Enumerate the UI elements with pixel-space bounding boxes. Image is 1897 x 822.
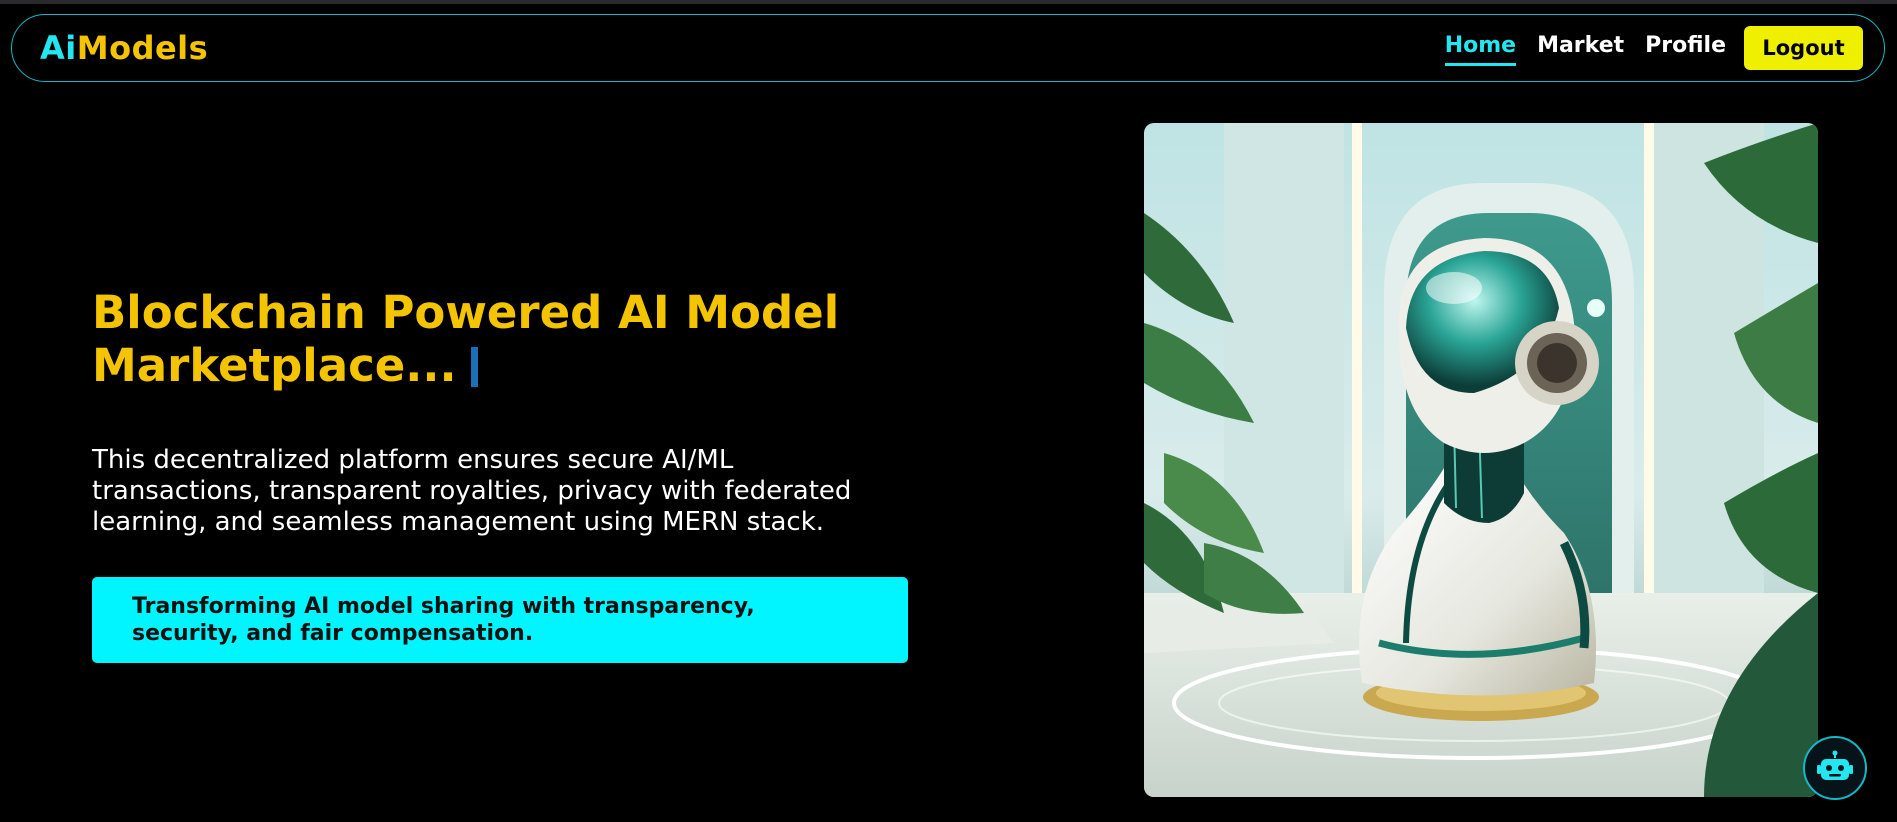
logo-suffix: Models xyxy=(76,29,209,67)
logo[interactable]: AiModels xyxy=(40,29,208,67)
hero-title-text: Blockchain Powered AI Model Marketplace.… xyxy=(92,286,840,392)
tagline-text: Transforming AI model sharing with trans… xyxy=(132,594,755,646)
hero-robot-image xyxy=(1144,123,1818,797)
nav-links: Home Market Profile xyxy=(1444,33,1726,66)
logout-button[interactable]: Logout xyxy=(1744,26,1863,70)
robot-icon xyxy=(1817,750,1853,780)
hero-description: This decentralized platform ensures secu… xyxy=(92,445,852,537)
chatbot-button[interactable] xyxy=(1803,736,1867,800)
nav-profile-link[interactable]: Profile xyxy=(1645,33,1726,63)
top-border xyxy=(0,0,1897,4)
nav-market-link[interactable]: Market xyxy=(1537,33,1624,63)
tagline-banner: Transforming AI model sharing with trans… xyxy=(92,577,908,663)
nav-home-link[interactable]: Home xyxy=(1444,33,1517,66)
navbar: AiModels Home Market Profile Logout xyxy=(11,14,1885,82)
hero-title: Blockchain Powered AI Model Marketplace.… xyxy=(92,286,852,392)
typing-cursor xyxy=(470,347,478,387)
logo-prefix: Ai xyxy=(40,29,77,67)
